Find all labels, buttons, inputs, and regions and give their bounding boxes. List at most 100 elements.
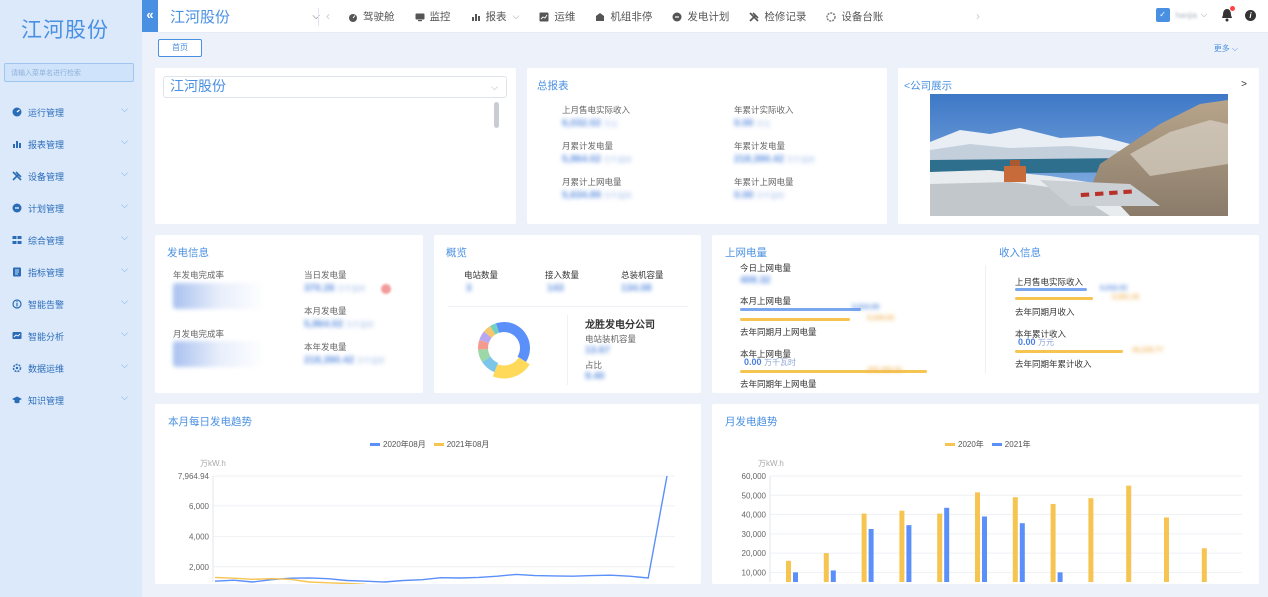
- legend-item[interactable]: 2021年08月: [433, 439, 489, 450]
- bar[interactable]: [1164, 517, 1169, 582]
- grid-icon: [12, 235, 22, 245]
- bar[interactable]: [975, 492, 980, 582]
- sidebar-item-6[interactable]: 指标管理 ⌵: [0, 256, 142, 288]
- series-line[interactable]: [214, 475, 668, 583]
- company-show-title: <公司展示: [904, 78, 952, 93]
- summary-item-label: 年累计上网电量: [734, 177, 794, 187]
- bar[interactable]: [1201, 548, 1207, 582]
- chevron-down-icon[interactable]: ⌵: [1201, 10, 1207, 20]
- sidebar-item-label: 设备管理: [28, 171, 65, 182]
- sidebar-item-10[interactable]: 知识管理 ⌵: [0, 384, 142, 416]
- summary-item-value: 218,390.42 万千瓦时: [734, 154, 815, 165]
- nav-item-2[interactable]: 监控: [415, 9, 451, 24]
- more-tabs-button[interactable]: 更多 ⌵: [1214, 43, 1238, 54]
- legend-item[interactable]: 2020年: [945, 439, 984, 450]
- sidebar-item-7[interactable]: 智能告警 ⌵: [0, 288, 142, 320]
- y-tick-label: 2,000: [189, 563, 210, 572]
- bar[interactable]: [906, 525, 912, 582]
- sidebar-item-label: 计划管理: [28, 203, 65, 214]
- year-grid-unit: 万千瓦时: [764, 358, 797, 367]
- today-gen-number: 370.26: [304, 283, 335, 294]
- overview-card: 概览 电站数量 3 接入数量 143 总装机容量 134.08 龙胜发电分公司 …: [434, 235, 701, 393]
- legend-item[interactable]: 2020年08月: [370, 439, 426, 450]
- menu-search-input[interactable]: 请输入菜单名进行检索: [4, 63, 134, 82]
- app-logo[interactable]: 江河股份: [0, 14, 130, 44]
- summary-item-unit: 万千瓦时: [603, 193, 632, 200]
- donut-slice[interactable]: [478, 348, 491, 362]
- company-selector-label: 江河股份: [170, 8, 231, 26]
- nav-item-6[interactable]: 发电计划: [672, 9, 729, 24]
- nav-item-3[interactable]: 报表 ⌵: [471, 9, 519, 24]
- bar[interactable]: [1088, 498, 1094, 582]
- company-selector[interactable]: 江河股份 ⌵: [170, 6, 320, 28]
- daily-chart-card: 本月每日发电趋势 2020年08月 2021年08月 万kW.h 2,000 4,…: [155, 404, 701, 584]
- donut-slice[interactable]: [490, 323, 500, 335]
- y-tick-label: 20,000: [742, 549, 767, 558]
- sidebar-item-4[interactable]: 计划管理 ⌵: [0, 192, 142, 224]
- nav-scroll-left-icon[interactable]: ‹: [326, 9, 330, 23]
- scrollbar[interactable]: [494, 102, 499, 128]
- nav-item-4[interactable]: 运维: [539, 9, 575, 24]
- top-navbar: 江河股份 ⌵ ‹ 驾驶舱 监控 报表 ⌵ 运维 机组非停 发电计划 检修记录 设备台账 › ✓ …: [158, 0, 1268, 33]
- nav-item-label: 机组非停: [610, 11, 653, 23]
- nav-item-8[interactable]: 设备台账: [826, 9, 883, 24]
- year-income-unit: 万元: [1038, 338, 1055, 347]
- donut-slice[interactable]: [492, 356, 530, 379]
- donut-slice[interactable]: [503, 322, 530, 362]
- bar[interactable]: [861, 513, 867, 582]
- nav-item-7[interactable]: 检修记录: [749, 9, 806, 24]
- legend-label: 2021年: [1004, 440, 1031, 449]
- nav-item-1[interactable]: 驾驶舱: [348, 9, 395, 24]
- bar[interactable]: [1012, 497, 1018, 582]
- bar[interactable]: [899, 510, 905, 582]
- bar[interactable]: [793, 572, 798, 582]
- sidebar-item-9[interactable]: 数据运维 ⌵: [0, 352, 142, 384]
- nav-item-5[interactable]: 机组非停: [595, 9, 652, 24]
- bar[interactable]: [982, 516, 987, 582]
- company-dropdown[interactable]: 江河股份 ⌵: [163, 76, 507, 98]
- tab-home[interactable]: 首页: [158, 39, 202, 57]
- chevron-down-icon: ⌵: [121, 136, 128, 146]
- bar[interactable]: [1057, 572, 1063, 582]
- donut-slice[interactable]: [483, 326, 496, 338]
- next-arrow[interactable]: >: [1241, 79, 1247, 90]
- last-year-month-income-bar: [1015, 297, 1093, 300]
- sidebar-item-1[interactable]: 运行管理 ⌵: [0, 96, 142, 128]
- monthly-chart-legend: 2020年 2021年: [945, 439, 1039, 450]
- summary-item-unit: 万元: [756, 121, 771, 128]
- legend-swatch: [370, 443, 380, 446]
- bar[interactable]: [1050, 503, 1056, 582]
- user-avatar-icon[interactable]: ✓: [1155, 8, 1170, 22]
- donut-slice[interactable]: [482, 356, 499, 373]
- bar[interactable]: [1019, 523, 1025, 582]
- bar[interactable]: [944, 507, 950, 582]
- summary-item-number: 218,390.42: [734, 154, 785, 165]
- donut-slice[interactable]: [479, 331, 492, 344]
- sidebar-collapse-button[interactable]: «: [142, 0, 158, 32]
- donut-slice[interactable]: [478, 339, 489, 350]
- bar[interactable]: [868, 529, 874, 582]
- wrench-icon: [12, 171, 22, 181]
- sidebar-item-2[interactable]: 报表管理 ⌵: [0, 128, 142, 160]
- bar[interactable]: [937, 513, 943, 582]
- bell-icon[interactable]: [1221, 6, 1235, 22]
- month-grid-label: 本月上网电量: [740, 296, 792, 306]
- bar[interactable]: [1126, 485, 1132, 582]
- bar[interactable]: [823, 553, 829, 582]
- today-grid-value: 408.32: [740, 275, 771, 286]
- last-month-income-bar: [1015, 288, 1087, 291]
- sidebar-item-3[interactable]: 设备管理 ⌵: [0, 160, 142, 192]
- share-value: 9.40: [585, 371, 605, 382]
- sidebar-item-8[interactable]: 智能分析 ⌵: [0, 320, 142, 352]
- nav-scroll-right-icon[interactable]: ›: [976, 9, 980, 23]
- help-icon[interactable]: i: [1245, 9, 1256, 21]
- chevron-down-icon: ⌵: [121, 168, 128, 178]
- monitor-icon: [415, 12, 425, 22]
- sidebar-item-5[interactable]: 综合管理 ⌵: [0, 224, 142, 256]
- user-name[interactable]: hanjia: [1176, 11, 1197, 20]
- bar[interactable]: [786, 560, 791, 582]
- year-grid-value: 0.00 万千瓦时: [744, 357, 796, 368]
- donut-slice[interactable]: [495, 322, 505, 333]
- legend-item[interactable]: 2021年: [991, 439, 1031, 450]
- bar[interactable]: [830, 570, 836, 582]
